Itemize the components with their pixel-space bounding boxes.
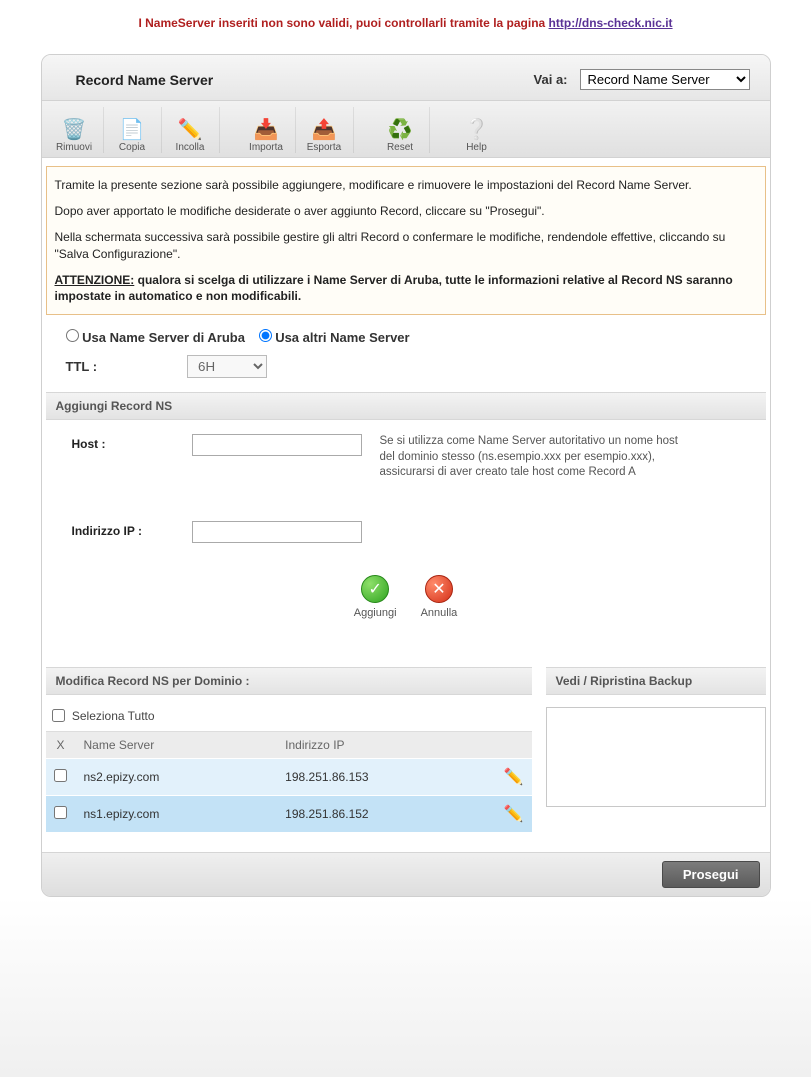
- host-row: Host : Se si utilizza come Name Server a…: [72, 434, 740, 481]
- table-row: ns2.epizy.com198.251.86.153 ✏️: [46, 758, 532, 795]
- row-ip: 198.251.86.153: [277, 758, 495, 795]
- row-ns: ns1.epizy.com: [76, 795, 278, 832]
- table-row: ns1.epizy.com198.251.86.152 ✏️: [46, 795, 532, 832]
- modify-column: Modifica Record NS per Dominio : Selezio…: [46, 667, 532, 832]
- modify-section-header: Modifica Record NS per Dominio :: [46, 667, 532, 695]
- attention-label: ATTENZIONE:: [55, 273, 135, 287]
- import-icon: 📥: [253, 116, 279, 142]
- backup-list[interactable]: [546, 707, 766, 807]
- row-checkbox[interactable]: [54, 769, 67, 782]
- select-all-checkbox[interactable]: [52, 709, 65, 722]
- ip-label: Indirizzo IP :: [72, 521, 192, 538]
- host-label: Host :: [72, 434, 192, 451]
- goto-label: Vai a:: [534, 72, 568, 87]
- info-p1: Tramite la presente sezione sarà possibi…: [55, 177, 755, 193]
- help-icon: ❔: [464, 116, 490, 142]
- cancel-button[interactable]: ✕ Annulla: [421, 575, 458, 619]
- radio-aruba[interactable]: [66, 329, 79, 342]
- pencil-icon: ✏️: [177, 116, 203, 142]
- col-ip: Indirizzo IP: [277, 731, 495, 758]
- add-ns-form: Host : Se si utilizza come Name Server a…: [42, 420, 770, 565]
- col-edit: [496, 731, 532, 758]
- row-checkbox[interactable]: [54, 806, 67, 819]
- radio-other[interactable]: [259, 329, 272, 342]
- paste-button[interactable]: ✏️ Incolla: [162, 107, 220, 153]
- alert-text: I NameServer inseriti non sono validi, p…: [138, 16, 548, 30]
- host-hint: Se si utilizza come Name Server autorita…: [380, 434, 680, 481]
- proceed-button[interactable]: Prosegui: [662, 861, 760, 888]
- radio-aruba-label[interactable]: Usa Name Server di Aruba: [66, 330, 249, 345]
- refresh-icon: ♻️: [387, 116, 413, 142]
- host-input[interactable]: [192, 434, 362, 456]
- info-p2: Dopo aver apportato le modifiche desider…: [55, 203, 755, 219]
- copy-icon: 📄: [119, 116, 145, 142]
- radio-other-label[interactable]: Usa altri Name Server: [259, 330, 410, 345]
- info-attention: ATTENZIONE: qualora si scelga di utilizz…: [55, 272, 755, 304]
- row-ip: 198.251.86.152: [277, 795, 495, 832]
- select-all-label: Seleziona Tutto: [72, 709, 155, 723]
- export-button[interactable]: 📤 Esporta: [296, 107, 354, 153]
- x-icon: ✕: [425, 575, 453, 603]
- add-ns-section-header: Aggiungi Record NS: [46, 392, 766, 420]
- copy-button[interactable]: 📄 Copia: [104, 107, 162, 153]
- ttl-row: TTL : 6H: [42, 351, 770, 390]
- panel-footer: Prosegui: [42, 852, 770, 896]
- check-icon: ✓: [361, 575, 389, 603]
- col-x: X: [46, 731, 76, 758]
- row-ns: ns2.epizy.com: [76, 758, 278, 795]
- main-panel: Record Name Server Vai a: Record Name Se…: [41, 54, 771, 897]
- edit-icon[interactable]: ✏️: [504, 806, 524, 823]
- bottom-columns: Modifica Record NS per Dominio : Selezio…: [42, 667, 770, 852]
- alert-banner: I NameServer inseriti non sono validi, p…: [0, 0, 811, 46]
- ip-row: Indirizzo IP :: [72, 521, 740, 543]
- ttl-label: TTL :: [66, 359, 98, 374]
- backup-section-header: Vedi / Ripristina Backup: [546, 667, 766, 695]
- info-p3: Nella schermata successiva sarà possibil…: [55, 229, 755, 261]
- goto-select[interactable]: Record Name Server: [580, 69, 750, 90]
- remove-button[interactable]: 🗑️ Rimuovi: [46, 107, 104, 153]
- add-ns-actions: ✓ Aggiungi ✕ Annulla: [42, 565, 770, 667]
- add-button[interactable]: ✓ Aggiungi: [354, 575, 397, 619]
- panel-header: Record Name Server Vai a: Record Name Se…: [42, 55, 770, 101]
- help-button[interactable]: ❔ Help: [448, 107, 506, 153]
- ttl-select[interactable]: 6H: [187, 355, 267, 378]
- edit-icon[interactable]: ✏️: [504, 769, 524, 786]
- export-icon: 📤: [311, 116, 337, 142]
- toolbar: 🗑️ Rimuovi 📄 Copia ✏️ Incolla 📥 Importa …: [42, 101, 770, 158]
- goto-group: Vai a: Record Name Server: [534, 69, 750, 90]
- info-box: Tramite la presente sezione sarà possibi…: [46, 166, 766, 315]
- import-button[interactable]: 📥 Importa: [238, 107, 296, 153]
- col-ns: Name Server: [76, 731, 278, 758]
- page-title: Record Name Server: [76, 72, 214, 88]
- reset-button[interactable]: ♻️ Reset: [372, 107, 430, 153]
- ns-table: X Name Server Indirizzo IP ns2.epizy.com…: [46, 731, 532, 832]
- ns-choice-row: Usa Name Server di Aruba Usa altri Name …: [42, 321, 770, 351]
- trash-icon: 🗑️: [61, 116, 87, 142]
- backup-column: Vedi / Ripristina Backup: [546, 667, 766, 832]
- ip-input[interactable]: [192, 521, 362, 543]
- alert-link[interactable]: http://dns-check.nic.it: [549, 16, 673, 30]
- attention-text: qualora si scelga di utilizzare i Name S…: [55, 273, 733, 303]
- select-all-row: Seleziona Tutto: [46, 695, 532, 731]
